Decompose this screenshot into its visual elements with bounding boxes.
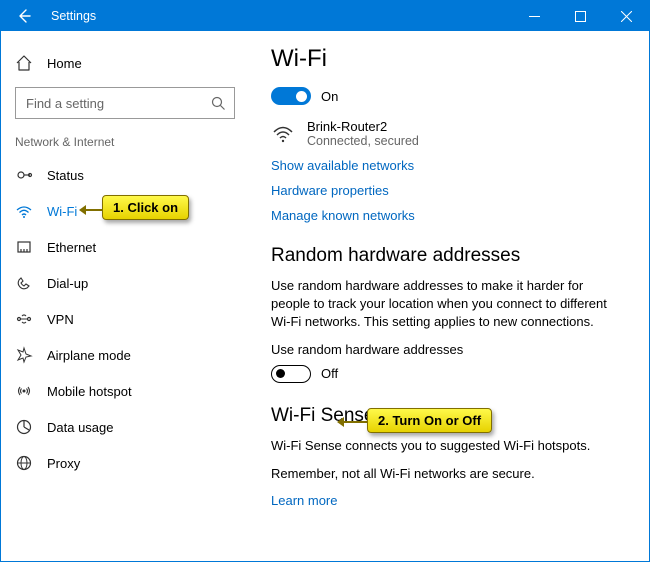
toggle-on-icon [271,87,311,105]
proxy-icon [15,454,33,472]
sidebar-item-label: Wi-Fi [47,204,77,219]
learn-more-link[interactable]: Learn more [271,493,621,508]
current-network[interactable]: Brink-Router2 Connected, secured [271,119,621,148]
rha-description: Use random hardware addresses to make it… [271,277,621,332]
sidebar: Home Network & Internet Status Wi-Fi Eth… [1,31,249,561]
airplane-icon [15,346,33,364]
toggle-off-icon [271,365,311,383]
sidebar-item-ethernet[interactable]: Ethernet [1,229,249,265]
close-button[interactable] [603,1,649,31]
callout-arrow [342,421,368,423]
sidebar-item-label: Status [47,168,84,183]
sense-p2: Remember, not all Wi-Fi networks are sec… [271,465,621,483]
back-button[interactable] [1,1,47,31]
arrow-left-icon [15,7,33,25]
rha-toggle[interactable]: Off [271,365,621,383]
titlebar: Settings [1,1,649,31]
sense-p1: Wi-Fi Sense connects you to suggested Wi… [271,437,621,455]
nav-section-label: Network & Internet [1,135,249,157]
sidebar-item-hotspot[interactable]: Mobile hotspot [1,373,249,409]
home-button[interactable]: Home [1,45,249,81]
window-body: Home Network & Internet Status Wi-Fi Eth… [1,31,649,561]
wifi-toggle-label: On [321,89,338,104]
callout-2: 2. Turn On or Off [367,408,492,433]
window-title: Settings [47,9,511,23]
search-box[interactable] [15,87,235,119]
network-ssid: Brink-Router2 [307,119,419,134]
page-title: Wi-Fi [271,45,621,73]
sidebar-item-label: Ethernet [47,240,96,255]
hardware-properties-link[interactable]: Hardware properties [271,183,621,198]
rha-heading: Random hardware addresses [271,245,621,267]
sidebar-item-dialup[interactable]: Dial-up [1,265,249,301]
maximize-button[interactable] [557,1,603,31]
maximize-icon [575,11,586,22]
dialup-icon [15,274,33,292]
show-networks-link[interactable]: Show available networks [271,158,621,173]
hotspot-icon [15,382,33,400]
wifi-toggle[interactable]: On [271,87,621,105]
sidebar-item-status[interactable]: Status [1,157,249,193]
minimize-button[interactable] [511,1,557,31]
wifi-signal-icon [271,122,295,146]
sidebar-item-proxy[interactable]: Proxy [1,445,249,481]
vpn-icon [15,310,33,328]
minimize-icon [529,11,540,22]
manage-networks-link[interactable]: Manage known networks [271,208,621,223]
sidebar-item-label: Proxy [47,456,80,471]
wifi-icon [15,202,33,220]
sidebar-item-label: Airplane mode [47,348,131,363]
sidebar-item-label: Data usage [47,420,114,435]
callout-arrow [84,209,104,211]
sidebar-item-vpn[interactable]: VPN [1,301,249,337]
callout-1: 1. Click on [102,195,189,220]
rha-toggle-label: Use random hardware addresses [271,342,621,357]
data-usage-icon [15,418,33,436]
network-status: Connected, secured [307,134,419,148]
sidebar-item-label: VPN [47,312,74,327]
content-scroll[interactable]: Wi-Fi On Brink-Router2 Connected, secure… [249,31,649,561]
sidebar-item-airplane[interactable]: Airplane mode [1,337,249,373]
search-icon [210,95,226,111]
rha-toggle-state: Off [321,366,338,381]
sidebar-item-label: Dial-up [47,276,88,291]
close-icon [621,11,632,22]
ethernet-icon [15,238,33,256]
content-pane: Wi-Fi On Brink-Router2 Connected, secure… [249,31,649,561]
sidebar-item-label: Mobile hotspot [47,384,132,399]
search-input[interactable] [16,88,234,118]
home-label: Home [47,56,82,71]
status-icon [15,166,33,184]
home-icon [15,54,33,72]
sidebar-item-datausage[interactable]: Data usage [1,409,249,445]
settings-window: Settings Home Network & I [0,0,650,562]
